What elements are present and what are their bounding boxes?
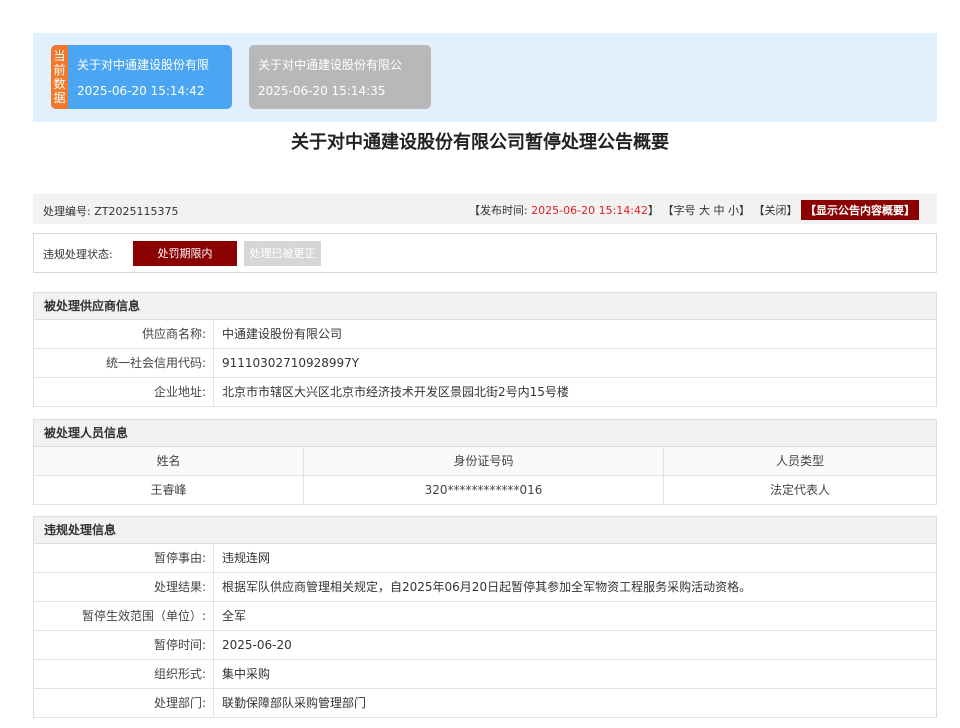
table-row: 暂停事由: 违规连网 [34, 544, 936, 573]
field-label: 暂停生效范围（单位）: [34, 602, 214, 630]
supplier-info-section: 被处理供应商信息 供应商名称: 中通建设股份有限公司 统一社会信用代码: 911… [33, 292, 937, 407]
process-code-value: ZT2025115375 [94, 205, 179, 218]
handling-department-value: 联勤保障部队采购管理部门 [222, 696, 367, 710]
version-tab-current[interactable]: 当前数据 关于对中通建设股份有限 2025-06-20 15:14:42 [51, 45, 232, 109]
table-row: 暂停时间: 2025-06-20 [34, 631, 936, 660]
font-size-medium-link[interactable]: 中 [714, 204, 725, 217]
table-row: 处理结果: 根据军队供应商管理相关规定，自2025年06月20日起暂停其参加全军… [34, 573, 936, 602]
page-title: 关于对中通建设股份有限公司暂停处理公告概要 [291, 132, 669, 153]
table-row: 企业地址: 北京市市辖区大兴区北京市经济技术开发区景园北街2号内15号楼 [34, 378, 936, 407]
field-label: 处理部门: [34, 689, 214, 717]
version-tab-title: 关于对中通建设股份有限公 [258, 58, 403, 72]
process-result-value: 根据军队供应商管理相关规定，自2025年06月20日起暂停其参加全军物资工程服务… [222, 580, 752, 594]
table-row: 王睿峰 320************016 法定代表人 [34, 476, 936, 505]
field-label: 供应商名称: [34, 320, 214, 348]
process-code-label: 处理编号: [43, 205, 95, 218]
violation-info-section: 违规处理信息 暂停事由: 违规连网 处理结果: 根据军队供应商管理相关规定，自2… [33, 516, 937, 718]
table-row: 统一社会信用代码: 91110302710928997Y [34, 349, 936, 378]
version-tab-title: 关于对中通建设股份有限 [77, 58, 210, 72]
personnel-section-title: 被处理人员信息 [34, 420, 936, 447]
suspension-date-value: 2025-06-20 [222, 638, 292, 652]
publish-time-value: 2025-06-20 15:14:42 [531, 204, 648, 217]
table-row: 处理部门: 联勤保障部队采购管理部门 [34, 689, 936, 718]
violation-status-label: 违规处理状态: [43, 248, 113, 261]
column-header-type: 人员类型 [775, 454, 824, 468]
personnel-info-section: 被处理人员信息 姓名 身份证号码 人员类型 王睿峰 320***********… [33, 419, 937, 505]
font-size-small-link[interactable]: 小 [728, 204, 739, 217]
info-actions: 【发布时间: 2025-06-20 15:14:42】 【字号 大 中 小】 【… [469, 200, 919, 220]
supplier-section-title: 被处理供应商信息 [34, 293, 936, 320]
current-data-badge: 当前数据 [51, 45, 68, 109]
field-label: 处理结果: [34, 573, 214, 601]
table-row: 暂停生效范围（单位）: 全军 [34, 602, 936, 631]
version-tab-time: 2025-06-20 15:14:35 [258, 84, 386, 98]
field-label: 暂停时间: [34, 631, 214, 659]
table-row: 组织形式: 集中采购 [34, 660, 936, 689]
publish-time-close: 】 [648, 204, 659, 217]
address-value: 北京市市辖区大兴区北京市经济技术开发区景园北街2号内15号楼 [222, 385, 569, 399]
organization-form-value: 集中采购 [222, 667, 271, 681]
supplier-name-value: 中通建设股份有限公司 [222, 327, 343, 341]
field-label: 企业地址: [34, 378, 214, 406]
publish-time-open: 【发布时间: [468, 204, 532, 217]
font-size-close: 】 [739, 204, 750, 217]
process-code: 处理编号: ZT2025115375 [43, 203, 178, 219]
table-row: 供应商名称: 中通建设股份有限公司 [34, 320, 936, 349]
status-active-badge: 处罚期限内 [133, 241, 237, 266]
info-bar: 处理编号: ZT2025115375 【发布时间: 2025-06-20 15:… [33, 194, 937, 224]
close-link[interactable]: 【关闭】 [754, 204, 798, 217]
status-inactive-badge: 处理已被更正 [244, 241, 321, 266]
column-header-name: 姓名 [34, 447, 304, 475]
field-label: 统一社会信用代码: [34, 349, 214, 377]
person-id-cell: 320************016 [304, 476, 664, 504]
version-tabs-bar: 当前数据 关于对中通建设股份有限 2025-06-20 15:14:42 关于对… [33, 33, 937, 122]
font-size-large-link[interactable]: 大 [699, 204, 710, 217]
field-label: 组织形式: [34, 660, 214, 688]
suspension-reason-value: 违规连网 [222, 551, 271, 565]
person-type-cell: 法定代表人 [769, 483, 830, 497]
version-tab-previous[interactable]: 关于对中通建设股份有限公 2025-06-20 15:14:35 [249, 45, 431, 109]
suspension-scope-value: 全军 [222, 609, 247, 623]
violation-section-title: 违规处理信息 [34, 517, 936, 544]
font-size-open: 【字号 [662, 204, 699, 217]
column-header-id: 身份证号码 [304, 447, 664, 475]
violation-status-box: 违规处理状态: 处罚期限内 处理已被更正 [33, 233, 937, 273]
show-summary-button[interactable]: 【显示公告内容概要】 [801, 200, 919, 220]
table-header-row: 姓名 身份证号码 人员类型 [34, 447, 936, 476]
version-tab-time: 2025-06-20 15:14:42 [77, 84, 205, 98]
field-label: 暂停事由: [34, 544, 214, 572]
credit-code-value: 91110302710928997Y [222, 356, 360, 370]
person-name-cell: 王睿峰 [34, 476, 304, 504]
